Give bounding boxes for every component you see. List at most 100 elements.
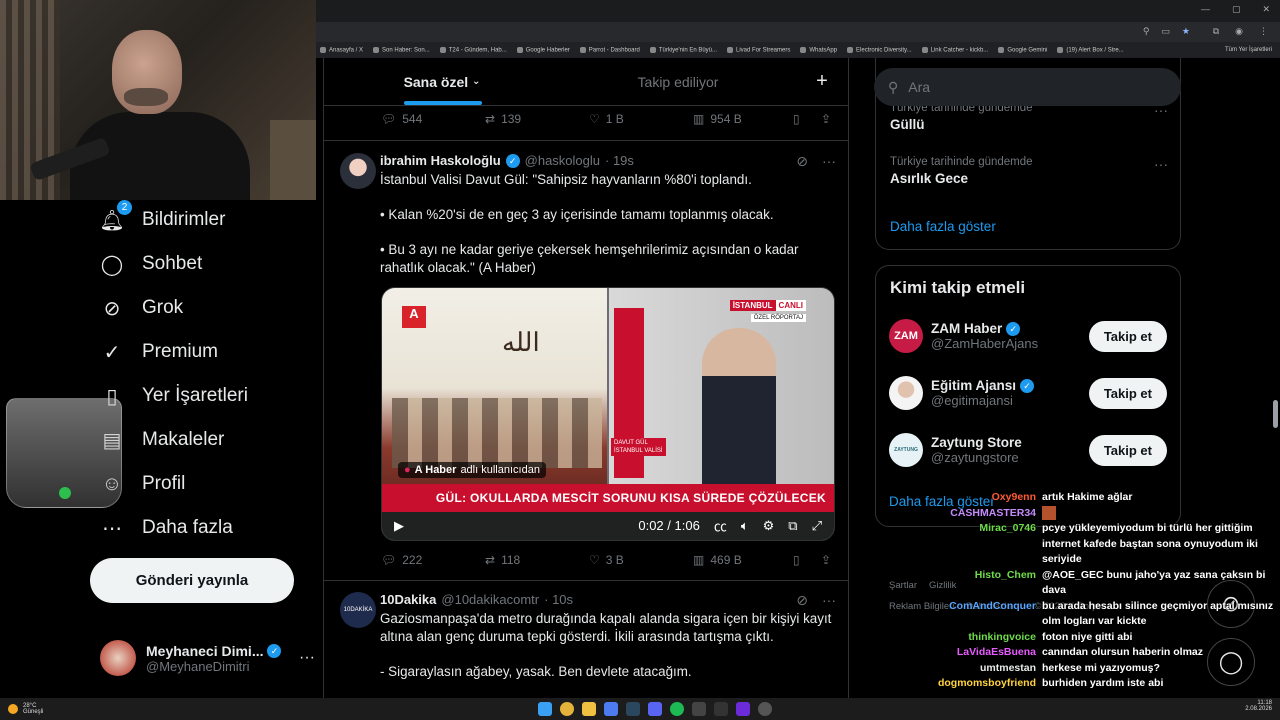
profile-icon[interactable]: ◉ bbox=[1235, 26, 1243, 37]
bookmark-item[interactable]: Anasayfa / X bbox=[320, 47, 363, 53]
browser-address-bar[interactable]: ⚲ ▭ ★ ⧉ ◉ ⋮ bbox=[316, 22, 1280, 42]
like-button[interactable]: ♡ 1 B bbox=[589, 112, 693, 126]
nav-bookmarks[interactable]: ▯ Yer İşaretleri bbox=[100, 374, 247, 418]
folder-icon[interactable] bbox=[582, 702, 596, 716]
trend-item[interactable]: Türkiye tarihinde gündemde Güllü ··· bbox=[890, 102, 1168, 132]
start-icon[interactable] bbox=[538, 702, 552, 716]
grok-icon[interactable]: ⊘ bbox=[796, 592, 808, 609]
tweet-handle[interactable]: @haskologlu bbox=[525, 153, 600, 168]
more-icon[interactable]: ··· bbox=[299, 649, 315, 667]
trend-item[interactable]: Türkiye tarihinde gündemde Asırlık Gece … bbox=[890, 156, 1168, 186]
follow-button[interactable]: Takip et bbox=[1088, 434, 1167, 466]
more-icon[interactable]: ··· bbox=[822, 592, 836, 609]
bookmark-item[interactable]: WhatsApp bbox=[800, 47, 837, 53]
captions-icon[interactable]: ㏄ bbox=[714, 516, 727, 535]
epic-icon[interactable] bbox=[692, 702, 706, 716]
more-icon[interactable]: ··· bbox=[822, 153, 836, 170]
tweet-author[interactable]: ibrahim Haskoloğlu bbox=[380, 153, 501, 168]
app-icon[interactable] bbox=[604, 702, 618, 716]
tweet-video[interactable]: الله A İSTANBUL CANLI ÖZEL RÖPORTAJ DAVUT… bbox=[381, 287, 835, 541]
more-icon[interactable]: ··· bbox=[1154, 156, 1168, 172]
chrome-icon[interactable] bbox=[560, 702, 574, 716]
repost-button[interactable]: ⇄ 139 bbox=[485, 112, 589, 126]
volume-icon[interactable]: 🔈︎ bbox=[741, 518, 749, 534]
chat-user: CASHMASTER34 bbox=[950, 506, 1036, 519]
tweet[interactable]: 10DAKİKA 10Dakika @10dakikacomtr · 10s ⊘… bbox=[324, 582, 848, 698]
nav-chat[interactable]: ◯ Sohbet bbox=[100, 242, 202, 286]
steam-icon[interactable] bbox=[626, 702, 640, 716]
avatar[interactable]: 10DAKİKA bbox=[340, 592, 376, 628]
search-input[interactable]: ⚲ Ara bbox=[874, 68, 1181, 106]
reply-button[interactable]: 💬︎ 544 bbox=[381, 112, 485, 126]
bookmark-item[interactable]: Google Haberler bbox=[517, 47, 570, 53]
fullscreen-icon[interactable]: ⤢ bbox=[812, 518, 822, 534]
like-button[interactable]: ♡ 3 B bbox=[589, 553, 693, 567]
tab-for-you[interactable]: Sana özel ⌄ bbox=[324, 58, 560, 105]
account-switcher[interactable]: Meyhaneci Dimi... ✓ @MeyhaneDimitri ··· bbox=[100, 636, 315, 680]
tab-following[interactable]: Takip ediliyor bbox=[560, 58, 796, 105]
clock[interactable]: 11:18 2.08.2026 bbox=[1245, 700, 1272, 712]
follow-suggestion[interactable]: ZAYTUNG Zaytung Store @zaytungstore Takip… bbox=[889, 427, 1167, 473]
bookmark-item[interactable]: Electronic Diversity... bbox=[847, 47, 912, 53]
tweet[interactable]: ibrahim Haskoloğlu ✓ @haskologlu · 19s ⊘… bbox=[324, 141, 848, 581]
share-icon[interactable]: ⇪ bbox=[821, 112, 831, 126]
share-icon[interactable]: ⇪ bbox=[821, 553, 831, 567]
views-button[interactable]: ▥ 954 B bbox=[693, 112, 793, 126]
follow-suggestion[interactable]: Eğitim Ajansı ✓ @egitimajansi Takip et bbox=[889, 370, 1167, 416]
bookmark-item[interactable]: T24 - Gündem, Hab... bbox=[440, 47, 507, 53]
extensions-icon[interactable]: ⧉ bbox=[1213, 26, 1219, 37]
show-more-link[interactable]: Daha fazla göster bbox=[890, 219, 996, 234]
tweet-time[interactable]: · 10s bbox=[544, 592, 573, 607]
nav-notifications[interactable]: 🔔︎ 2 Bildirimler bbox=[99, 198, 225, 242]
play-icon[interactable]: ▶ bbox=[394, 518, 404, 534]
cast-icon[interactable]: ▭ bbox=[1161, 26, 1170, 37]
nav-more[interactable]: ⋯ Daha fazla bbox=[100, 506, 233, 550]
scrollbar[interactable] bbox=[1273, 400, 1278, 428]
reply-button[interactable]: 💬︎ 222 bbox=[381, 553, 485, 567]
bookmark-item[interactable]: Link Catcher - kickb... bbox=[922, 47, 989, 53]
follow-button[interactable]: Takip et bbox=[1088, 320, 1167, 352]
maximize-icon[interactable]: ▢ bbox=[1232, 4, 1241, 15]
tweet-time[interactable]: · 19s bbox=[605, 153, 634, 168]
weather-widget[interactable]: 28°C Güneşli bbox=[0, 703, 43, 715]
grok-icon[interactable]: ⊘ bbox=[796, 153, 808, 170]
settings-icon[interactable]: ⚙ bbox=[763, 518, 775, 534]
follow-suggestion[interactable]: ZAM ZAM Haber ✓ @ZamHaberAjans Takip et bbox=[889, 313, 1167, 359]
tweet-author[interactable]: 10Dakika bbox=[380, 592, 436, 607]
tweet-handle[interactable]: @10dakikacomtr bbox=[441, 592, 539, 607]
post-button[interactable]: Gönderi yayınla bbox=[90, 558, 294, 603]
tweet-paragraph: • Bu 3 ayı ne kadar geriye çekersek hemş… bbox=[380, 242, 799, 275]
bookmark-item[interactable]: Parrot - Dashboard bbox=[580, 47, 640, 53]
bookmark-item[interactable]: Türkiye'nin En Büyü... bbox=[650, 47, 717, 53]
bookmark-item[interactable]: Son Haber: Son... bbox=[373, 47, 430, 53]
nav-premium[interactable]: ✓ Premium bbox=[100, 330, 218, 374]
bookmark-icon[interactable]: ▯ bbox=[793, 553, 821, 567]
avatar[interactable] bbox=[340, 153, 376, 189]
app-icon[interactable] bbox=[736, 702, 750, 716]
bookmark-item[interactable]: (19) Alert Box / Stre... bbox=[1057, 47, 1123, 53]
discord-icon[interactable] bbox=[648, 702, 662, 716]
minimize-icon[interactable]: — bbox=[1201, 4, 1210, 15]
close-icon[interactable]: ✕ bbox=[1262, 4, 1270, 15]
follow-button[interactable]: Takip et bbox=[1088, 377, 1167, 409]
star-icon[interactable]: ★ bbox=[1182, 26, 1190, 37]
menu-icon[interactable]: ⋮ bbox=[1259, 26, 1268, 37]
stream-chat: Oxy9enn artık Hakime ağlar CASHMASTER34 M… bbox=[930, 490, 1275, 720]
bookmark-item[interactable]: Livad For Streamers bbox=[727, 47, 790, 53]
add-tab-icon[interactable]: + bbox=[796, 58, 848, 105]
pip-icon[interactable]: ⧉ bbox=[788, 518, 797, 534]
repost-button[interactable]: ⇄ 118 bbox=[485, 553, 589, 567]
spotify-icon[interactable] bbox=[670, 702, 684, 716]
app-icon[interactable] bbox=[714, 702, 728, 716]
bookmark-item[interactable]: Google Gemini bbox=[998, 47, 1047, 53]
views-button[interactable]: ▥ 469 B bbox=[693, 553, 793, 567]
verified-icon: ✓ bbox=[1020, 378, 1035, 393]
chat-text: foton niye gitti abi bbox=[1042, 630, 1133, 643]
bookmark-icon[interactable]: ▯ bbox=[793, 112, 821, 126]
footer-link[interactable]: Şartlar bbox=[889, 580, 917, 591]
zoom-icon[interactable]: ⚲ bbox=[1143, 26, 1150, 37]
all-bookmarks[interactable]: Tüm Yer İşaretleri bbox=[1225, 47, 1272, 53]
source-pill[interactable]: ● A Haber adlı kullanıcıdan bbox=[398, 462, 546, 478]
obs-icon[interactable] bbox=[758, 702, 772, 716]
nav-grok[interactable]: ⊘ Grok bbox=[100, 286, 184, 330]
